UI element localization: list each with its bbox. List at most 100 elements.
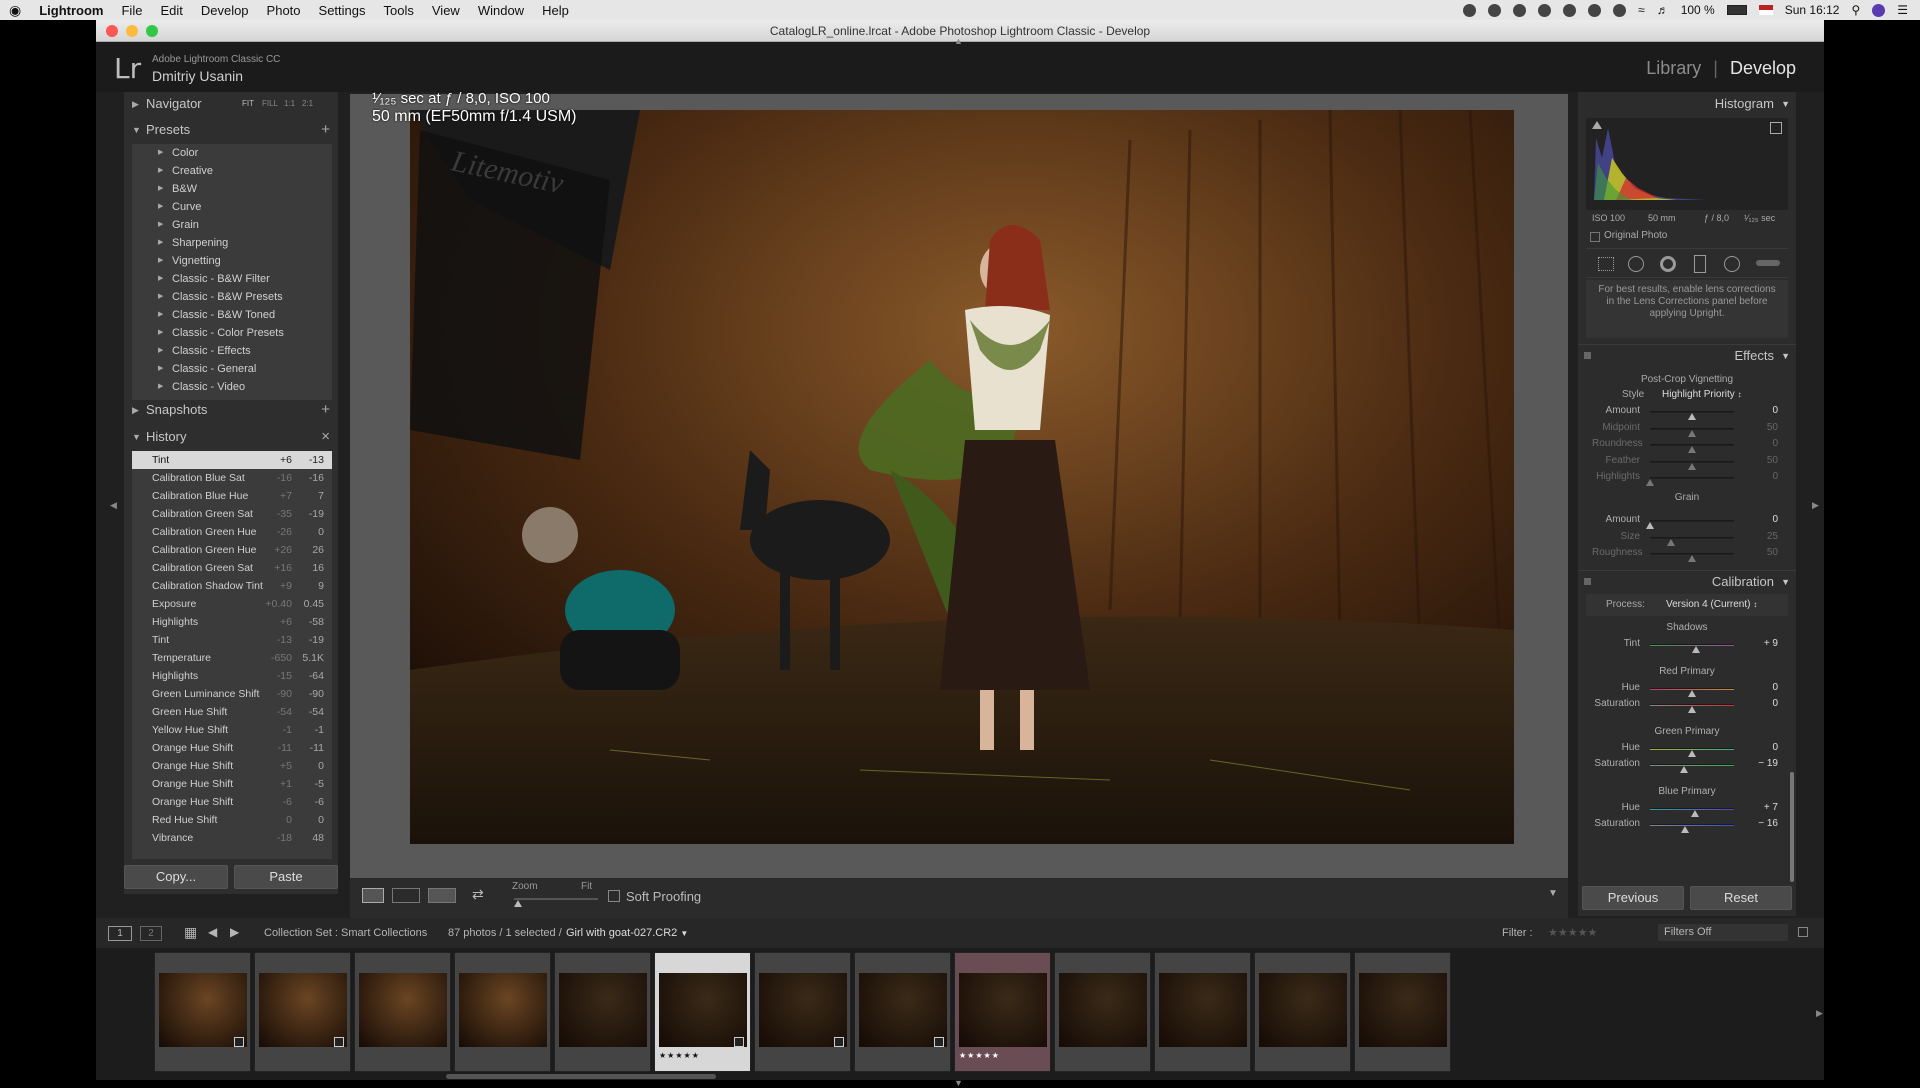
preset-folder[interactable]: ▶ Classic - B&W Presets — [132, 288, 332, 306]
source-label[interactable]: Collection Set : Smart Collections — [264, 927, 427, 939]
forward-arrow-icon[interactable]: ▶ — [230, 925, 239, 939]
calibration-header[interactable]: Calibration ▼ — [1578, 570, 1796, 592]
histogram[interactable] — [1586, 118, 1788, 210]
graduated-filter-icon[interactable] — [1694, 255, 1706, 273]
clock[interactable]: Sun 16:12 — [1785, 3, 1840, 17]
menu-photo[interactable]: Photo — [258, 3, 310, 18]
history-step[interactable]: Tint +6 -13 — [132, 451, 332, 469]
history-step[interactable]: Green Hue Shift -54 -54 — [132, 703, 332, 721]
slider-knob[interactable] — [1688, 690, 1696, 697]
bluetooth-icon[interactable] — [1613, 3, 1627, 17]
second-screen-button[interactable]: 2 — [140, 926, 162, 941]
filmstrip-thumbnail[interactable] — [254, 952, 351, 1072]
slider-track[interactable] — [1650, 520, 1734, 522]
preset-folder[interactable]: ▶ B&W — [132, 180, 332, 198]
top-panel-toggle-icon[interactable]: ▲ — [954, 36, 963, 46]
record-icon[interactable] — [1463, 3, 1477, 17]
slider-knob[interactable] — [1681, 826, 1690, 833]
rating-filter-stars[interactable]: ★★★★★ — [1548, 926, 1597, 939]
slider-knob[interactable] — [1688, 706, 1696, 713]
history-step[interactable]: Calibration Shadow Tint +9 9 — [132, 577, 332, 595]
flag-icon[interactable] — [1758, 5, 1773, 15]
menu-file[interactable]: File — [112, 3, 151, 18]
close-window-icon[interactable] — [106, 25, 118, 37]
airplay-icon[interactable] — [1563, 3, 1577, 17]
filmstrip-thumbnail[interactable] — [154, 952, 251, 1072]
slider-knob[interactable] — [1667, 538, 1675, 546]
panel-toggle-icon[interactable] — [1584, 578, 1591, 585]
slider-knob[interactable] — [1688, 446, 1696, 453]
filmstrip-thumbnail[interactable] — [754, 952, 851, 1072]
spot-removal-icon[interactable] — [1628, 256, 1644, 272]
slider-track[interactable] — [1650, 764, 1734, 766]
minimize-window-icon[interactable] — [126, 25, 138, 37]
filter-lock-icon[interactable] — [1798, 927, 1808, 937]
zoom-1-1[interactable]: 1:1 — [284, 92, 295, 116]
preset-folder[interactable]: ▶ Classic - General — [132, 360, 332, 378]
add-snapshot-icon[interactable]: + — [321, 398, 330, 422]
history-step[interactable]: Calibration Green Hue +26 26 — [132, 541, 332, 559]
filmstrip-thumbnail[interactable]: ★★★★★ — [654, 952, 751, 1072]
module-develop[interactable]: Develop — [1730, 58, 1796, 79]
preset-folder[interactable]: ▶ Classic - B&W Filter — [132, 270, 332, 288]
soft-proofing-checkbox[interactable] — [608, 890, 620, 902]
history-step[interactable]: Orange Hue Shift +5 0 — [132, 757, 332, 775]
spotlight-search-icon[interactable]: ⚲ — [1851, 3, 1860, 17]
zoom-slider-track[interactable] — [514, 898, 598, 900]
menu-edit[interactable]: Edit — [151, 3, 191, 18]
current-filename[interactable]: Girl with goat-027.CR2 ▼ — [566, 927, 688, 939]
clear-history-icon[interactable]: × — [321, 425, 330, 449]
slider-value[interactable]: 50 — [1748, 547, 1778, 558]
snapshots-header[interactable]: ▶ Snapshots + — [124, 398, 338, 422]
filmstrip-scroll-right-icon[interactable]: ▶ — [1816, 1008, 1823, 1019]
filmstrip-thumbnail[interactable] — [554, 952, 651, 1072]
navigator-header[interactable]: ▶ Navigator FIT FILL 1:1 2:1 — [124, 92, 338, 116]
zoom-window-icon[interactable] — [146, 25, 158, 37]
back-arrow-icon[interactable]: ◀ — [208, 925, 217, 939]
preset-folder[interactable]: ▶ Creative — [132, 162, 332, 180]
filmstrip-thumbnail[interactable] — [1354, 952, 1451, 1072]
crop-tool-icon[interactable] — [1598, 257, 1614, 271]
slider-value[interactable]: 50 — [1748, 455, 1778, 466]
slider-track[interactable] — [1650, 824, 1734, 826]
filter-preset-select[interactable]: Filters Off — [1658, 924, 1788, 941]
menu-window[interactable]: Window — [469, 3, 533, 18]
preset-folder[interactable]: ▶ Vignetting — [132, 252, 332, 270]
history-step[interactable]: Calibration Green Sat -35 -19 — [132, 505, 332, 523]
preset-folder[interactable]: ▶ Sharpening — [132, 234, 332, 252]
volume-icon[interactable]: ♬ — [1657, 3, 1669, 17]
zoom-2-1[interactable]: 2:1 — [302, 92, 313, 116]
slider-knob[interactable] — [1679, 766, 1688, 773]
slider-value[interactable]: 0 — [1748, 438, 1778, 449]
filmstrip-thumbnail[interactable] — [354, 952, 451, 1072]
time-machine-icon[interactable] — [1588, 3, 1602, 17]
history-step[interactable]: Calibration Green Hue -26 0 — [132, 523, 332, 541]
history-step[interactable]: Highlights +6 -58 — [132, 613, 332, 631]
slider-track[interactable] — [1650, 536, 1734, 539]
history-step[interactable]: Calibration Green Sat +16 16 — [132, 559, 332, 577]
menu-tools[interactable]: Tools — [375, 3, 423, 18]
zoom-fit[interactable]: FIT — [242, 92, 254, 116]
apple-menu-icon[interactable]: ◉ — [0, 2, 30, 19]
dropbox-icon[interactable] — [1513, 3, 1527, 17]
left-panel-toggle-icon[interactable]: ◀ — [110, 500, 117, 511]
slider-knob[interactable] — [1688, 555, 1696, 562]
panel-toggle-icon[interactable] — [1584, 352, 1591, 359]
history-step[interactable]: Calibration Blue Hue +7 7 — [132, 487, 332, 505]
reset-button[interactable]: Reset — [1690, 886, 1792, 910]
image-canvas[interactable]: Litemotiv ¹⁄₁₂₅ sec at ƒ / 8,0, ISO 100 … — [350, 90, 1568, 878]
zoom-fill[interactable]: FILL — [262, 92, 278, 116]
creative-cloud-icon[interactable] — [1538, 3, 1552, 17]
histogram-header[interactable]: Histogram ▼ — [1578, 92, 1796, 116]
process-select[interactable]: Version 4 (Current) ↕ — [1666, 599, 1757, 610]
preset-folder[interactable]: ▶ Curve — [132, 198, 332, 216]
menu-settings[interactable]: Settings — [310, 3, 375, 18]
presets-header[interactable]: ▼ Presets + — [124, 118, 338, 142]
filmstrip-thumbnail[interactable] — [454, 952, 551, 1072]
slider-knob[interactable] — [1688, 413, 1696, 420]
filmstrip-thumbnail[interactable]: ★★★★★ — [954, 952, 1051, 1072]
slider-value[interactable]: 25 — [1748, 531, 1778, 542]
loupe-view-icon[interactable] — [362, 888, 384, 903]
slider-value[interactable]: − 19 — [1748, 758, 1778, 769]
battery-icon[interactable] — [1726, 5, 1747, 15]
